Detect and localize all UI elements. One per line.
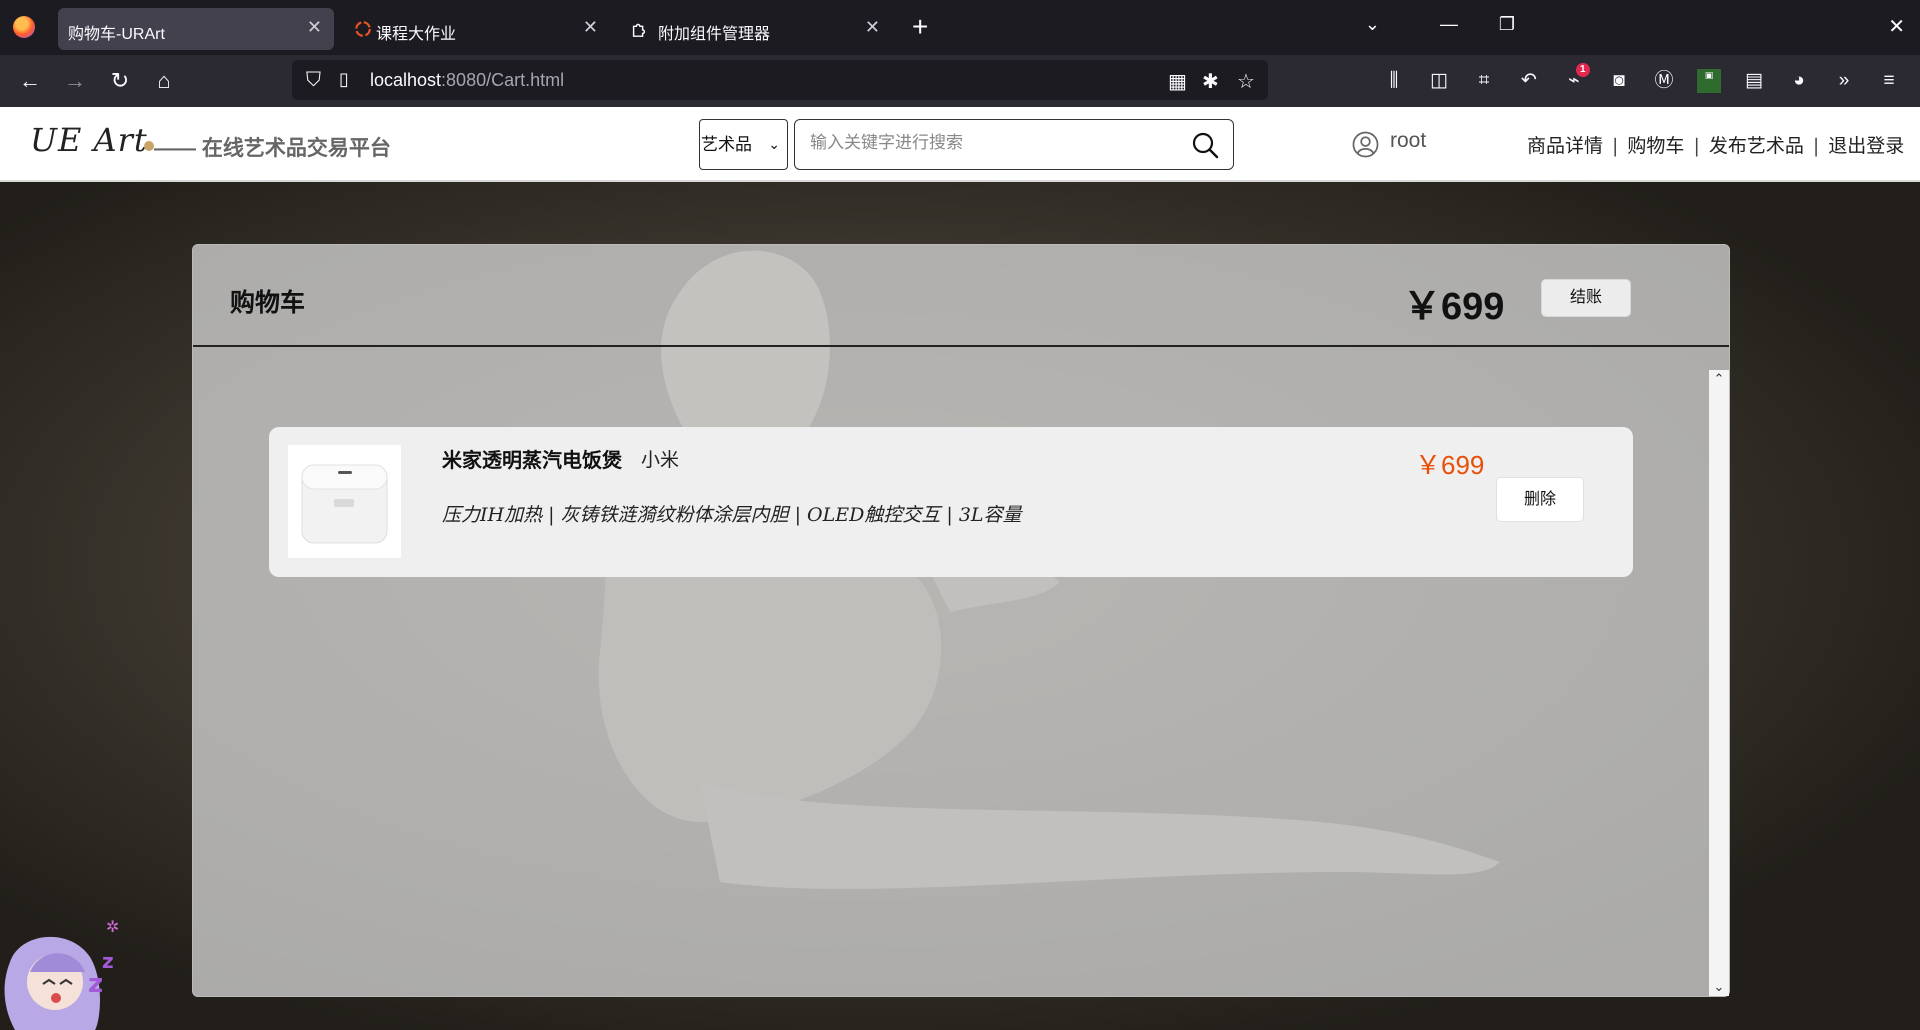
svg-text:z: z <box>102 949 114 973</box>
cart-item: 米家透明蒸汽电饭煲 小米 压力IH加热 | 灰铸铁涟漪纹粉体涂层内胆 | OLE… <box>269 427 1633 577</box>
mascot-character[interactable]: z z ✲ <box>0 902 130 1030</box>
shield-icon[interactable]: ⛉ <box>306 69 321 92</box>
list-all-tabs-icon[interactable]: ⌄ <box>1365 14 1380 35</box>
site-header: UE Art —— 在线艺术品交易平台 艺术品 ⌄ root 商品详情|购物车|… <box>0 107 1920 182</box>
browser-navigation-bar: ← → ↻ ⌂ ⛉ ▯ localhost:8080/Cart.html ▦ ✱… <box>0 55 1920 107</box>
svg-text:✲: ✲ <box>106 917 119 936</box>
sidebar-icon[interactable]: ◫ <box>1427 69 1451 93</box>
search-icon[interactable] <box>1191 131 1219 159</box>
firefox-logo-icon[interactable] <box>13 16 35 38</box>
username: root <box>1390 129 1427 152</box>
glasses-icon[interactable]: ◙ <box>1607 69 1631 93</box>
tab-cart[interactable]: 购物车-URArt ✕ <box>58 8 334 50</box>
chevron-up-icon[interactable]: ⌃ <box>1709 370 1729 388</box>
scrollbar[interactable]: ⌃ ⌄ <box>1709 370 1729 996</box>
cart-total: ￥699 <box>1403 286 1505 328</box>
undo-icon[interactable]: ↶ <box>1517 69 1541 93</box>
colorful-extension-icon[interactable]: ◕ <box>1787 69 1811 93</box>
tab-title: 附加组件管理器 <box>658 26 771 43</box>
ubuntu-icon <box>355 21 371 37</box>
bug-icon[interactable]: ✱ <box>1202 69 1219 94</box>
tab-title: 课程大作业 <box>376 26 457 43</box>
close-icon[interactable]: ✕ <box>583 17 598 38</box>
close-icon[interactable]: ✕ <box>865 17 880 38</box>
crop-icon[interactable]: ⌗ <box>1472 69 1496 93</box>
back-arrow-icon[interactable]: ← <box>16 67 44 95</box>
tab-addons-manager[interactable]: 附加组件管理器 ✕ <box>616 8 892 50</box>
overflow-chevron-icon[interactable]: » <box>1832 69 1856 93</box>
search-box <box>794 119 1234 170</box>
site-slogan: —— 在线艺术品交易平台 <box>154 137 391 160</box>
delete-button[interactable]: 删除 <box>1496 477 1584 522</box>
forward-arrow-icon[interactable]: → <box>61 67 89 95</box>
bear-extension-icon[interactable]: ▤ <box>1742 69 1766 93</box>
home-icon[interactable]: ⌂ <box>150 67 178 95</box>
bookmark-star-icon[interactable]: ☆ <box>1237 69 1255 94</box>
new-tab-button[interactable]: + <box>912 11 928 43</box>
url-bar[interactable]: ⛉ ▯ localhost:8080/Cart.html ▦ ✱ ☆ <box>292 60 1268 100</box>
library-icon[interactable]: ⫼ <box>1382 69 1406 93</box>
logo-dot-icon <box>143 141 154 151</box>
tab-title: 购物车-URArt <box>68 26 165 43</box>
divider <box>193 345 1729 347</box>
close-icon[interactable]: ✕ <box>307 17 322 38</box>
user-avatar-icon <box>1352 131 1379 158</box>
page-info-icon[interactable]: ▯ <box>339 69 349 90</box>
product-description: 压力IH加热 | 灰铸铁涟漪纹粉体涂层内胆 | OLED触控交互 | 3L容量 <box>442 504 1022 526</box>
minimize-button[interactable]: — <box>1440 14 1458 35</box>
product-name[interactable]: 米家透明蒸汽电饭煲 <box>442 444 622 473</box>
nav-link-cart[interactable]: 购物车 <box>1627 135 1684 157</box>
tab-course-work[interactable]: 课程大作业 ✕ <box>340 8 610 50</box>
chevron-down-icon[interactable]: ⌄ <box>1709 978 1729 996</box>
browser-tab-bar: 购物车-URArt ✕ 课程大作业 ✕ 附加组件管理器 ✕ + ⌄ — ❐ ✕ <box>0 0 1920 55</box>
product-price: ￥699 <box>1415 450 1485 480</box>
restore-button[interactable]: ❐ <box>1499 14 1515 35</box>
sleep-z-icon: z <box>88 969 103 999</box>
nav-link-logout[interactable]: 退出登录 <box>1828 135 1904 157</box>
product-brand: 小米 <box>641 450 680 471</box>
window-close-button[interactable]: ✕ <box>1888 14 1905 39</box>
nav-link-product-details[interactable]: 商品详情 <box>1527 135 1603 157</box>
product-thumbnail[interactable] <box>288 445 401 558</box>
web-page: UE Art —— 在线艺术品交易平台 艺术品 ⌄ root 商品详情|购物车|… <box>0 107 1920 1030</box>
nav-link-publish-artwork[interactable]: 发布艺术品 <box>1709 135 1804 157</box>
category-selected-value: 艺术品 <box>701 135 752 154</box>
cart-title: 购物车 <box>230 289 306 317</box>
checkout-button[interactable]: 结账 <box>1541 279 1631 317</box>
qr-code-icon[interactable]: ▦ <box>1168 69 1187 94</box>
menu-icon[interactable]: ≡ <box>1877 69 1901 93</box>
header-nav-links: 商品详情 | 购物车 | 发布艺术品 | 退出登录 <box>1527 135 1905 157</box>
url-text[interactable]: localhost:8080/Cart.html <box>370 70 564 91</box>
puzzle-icon <box>632 23 646 37</box>
cart-panel: 购物车 ￥699 结账 米家透明蒸汽电饭煲 小米 压力IH加热 | 灰铸铁涟漪纹… <box>192 244 1730 997</box>
cors-extension-icon[interactable]: ▣ <box>1697 69 1721 93</box>
reload-icon[interactable]: ↻ <box>106 67 134 95</box>
chevron-down-icon: ⌄ <box>768 136 780 152</box>
site-logo[interactable]: UE Art <box>30 121 154 159</box>
search-input[interactable] <box>810 133 1180 153</box>
extension-badge: 1 <box>1576 63 1590 77</box>
category-select[interactable]: 艺术品 ⌄ <box>699 119 788 170</box>
m-extension-icon[interactable]: Ⓜ <box>1652 69 1676 93</box>
